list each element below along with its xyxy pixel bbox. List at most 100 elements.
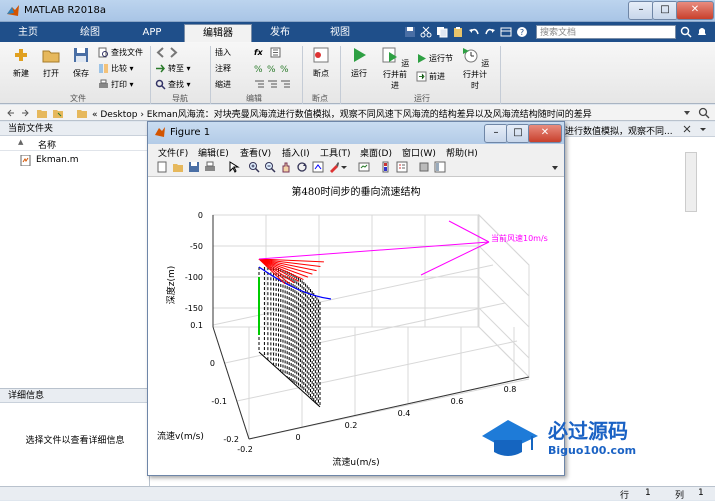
goto-button[interactable]: 转至 ▾	[155, 62, 191, 76]
insert-function-icon[interactable]	[270, 46, 283, 60]
close-panel-icon[interactable]	[682, 124, 692, 134]
advance-button[interactable]: 前进	[416, 70, 445, 84]
insert-button[interactable]: 插入	[215, 46, 231, 60]
insert-legend-icon[interactable]	[396, 161, 408, 173]
group-separator	[302, 46, 303, 104]
fx-button[interactable]: fx	[254, 46, 263, 60]
print-figure-icon[interactable]	[204, 161, 216, 173]
select-pointer-icon[interactable]	[228, 161, 240, 173]
new-figure-icon[interactable]	[156, 161, 168, 173]
insert-colorbar-icon[interactable]	[380, 161, 392, 173]
tab-plots[interactable]: 绘图	[68, 24, 112, 42]
print-dropdown-icon[interactable]: ▾	[127, 80, 134, 89]
maximize-button[interactable]: □	[652, 1, 678, 20]
run-and-time-button[interactable]: 运行并计时	[460, 46, 490, 91]
compare-dropdown-icon[interactable]: ▾	[127, 64, 134, 73]
goto-dropdown-icon[interactable]: ▾	[184, 64, 191, 73]
tab-editor[interactable]: 编辑器	[184, 24, 252, 43]
wind-vector	[258, 241, 490, 260]
forward-arrow-icon[interactable]	[20, 108, 30, 118]
close-button[interactable]: ✕	[676, 1, 714, 20]
copy-icon[interactable]	[436, 26, 448, 38]
figure-title-bar[interactable]: Figure 1 – □ ✕	[148, 122, 564, 145]
indent-button[interactable]: 缩进	[215, 78, 231, 92]
depth-profile-lines	[258, 266, 332, 408]
notification-icon[interactable]	[696, 26, 708, 38]
row-value: 1	[645, 488, 651, 498]
save-figure-icon[interactable]	[188, 161, 200, 173]
run-button[interactable]: 运行	[346, 46, 372, 79]
indent-icons[interactable]	[254, 78, 293, 92]
z-gridline	[478, 276, 530, 328]
open-button[interactable]: 打开	[38, 46, 64, 79]
redo-icon[interactable]	[484, 26, 496, 38]
print-button[interactable]: 打印 ▾	[98, 78, 134, 92]
figure-close-button[interactable]: ✕	[528, 124, 562, 143]
rotate-3d-icon[interactable]	[296, 161, 308, 173]
figure-maximize-button[interactable]: □	[506, 124, 530, 143]
browse-folder-icon[interactable]	[52, 107, 64, 119]
nav-back-button[interactable]	[155, 46, 181, 60]
find-dropdown-icon[interactable]: ▾	[184, 80, 191, 89]
increase-indent-icon	[268, 80, 277, 88]
zoom-out-icon[interactable]	[264, 161, 276, 173]
comment-button[interactable]: 注释	[215, 62, 231, 76]
y-tick-label: 0	[210, 359, 215, 368]
compare-label: 比较	[111, 64, 127, 73]
open-file-icon[interactable]	[172, 161, 184, 173]
title-bar: MATLAB R2018a – □ ✕	[0, 0, 715, 22]
breakpoint-button[interactable]: 断点	[308, 46, 334, 79]
back-arrow-icon[interactable]	[6, 108, 16, 118]
figure-minimize-button[interactable]: –	[484, 124, 508, 143]
run-label: 运行	[351, 69, 367, 78]
y-tick-label: 0.1	[190, 321, 203, 330]
comment-icons[interactable]: %%%	[254, 62, 293, 76]
find-button[interactable]: 查找 ▾	[155, 78, 191, 92]
switch-windows-icon[interactable]	[500, 26, 512, 38]
back-wall	[212, 214, 480, 328]
tab-view[interactable]: 视图	[318, 24, 362, 42]
panel-menu-icon[interactable]	[698, 124, 708, 134]
brush-dropdown-icon[interactable]	[340, 161, 348, 173]
folder-up-icon[interactable]	[36, 107, 48, 119]
data-cursor-icon[interactable]	[312, 161, 324, 173]
plot-title: 第480时间步的垂向流速结构	[291, 185, 420, 198]
file-row[interactable]: Ekman.m	[6, 154, 146, 168]
hide-plot-tools-icon[interactable]	[418, 161, 430, 173]
search-documentation-input[interactable]: 搜索文档	[536, 25, 676, 39]
search-folder-icon[interactable]	[698, 107, 710, 119]
column-name: 名称	[38, 141, 57, 151]
tab-publish[interactable]: 发布	[258, 24, 302, 42]
tab-apps[interactable]: APP	[130, 24, 174, 42]
current-path[interactable]: « Desktop › Ekman风海流：对块壳曼风海流进行数值模拟，观察不同风…	[92, 107, 592, 120]
group-separator	[500, 46, 501, 104]
breakpoint-label: 断点	[313, 69, 329, 78]
find-files-button[interactable]: 查找文件	[98, 46, 143, 60]
floppy-icon	[74, 48, 88, 62]
goto-label: 转至	[168, 64, 184, 73]
undo-icon[interactable]	[468, 26, 480, 38]
show-plot-tools-icon[interactable]	[434, 161, 446, 173]
help-icon[interactable]: ?	[516, 26, 528, 38]
run-and-advance-button[interactable]: 运行并前进	[380, 46, 410, 91]
path-dropdown-icon[interactable]	[682, 108, 692, 118]
cut-icon[interactable]	[420, 26, 432, 38]
zoom-in-icon[interactable]	[248, 161, 260, 173]
brush-icon[interactable]	[328, 161, 340, 173]
wind-annotation: 当前风速10m/s	[491, 233, 548, 243]
floor-gridline	[224, 302, 506, 364]
column-header[interactable]: ▲ 名称	[0, 137, 150, 151]
toolbar-dock-icon[interactable]	[550, 163, 560, 173]
minimize-button[interactable]: –	[628, 1, 654, 20]
save-icon[interactable]	[404, 26, 416, 38]
pan-hand-icon[interactable]	[280, 161, 292, 173]
new-button[interactable]: 新建	[8, 46, 34, 79]
compare-button[interactable]: 比较 ▾	[98, 62, 134, 76]
paste-icon[interactable]	[452, 26, 464, 38]
search-icon[interactable]	[680, 26, 692, 38]
link-plot-icon[interactable]	[358, 161, 370, 173]
tab-home[interactable]: 主页	[6, 24, 50, 42]
run-section-button[interactable]: 运行节	[416, 52, 453, 66]
editor-scrollbar[interactable]	[685, 152, 697, 212]
save-button[interactable]: 保存	[68, 46, 94, 79]
